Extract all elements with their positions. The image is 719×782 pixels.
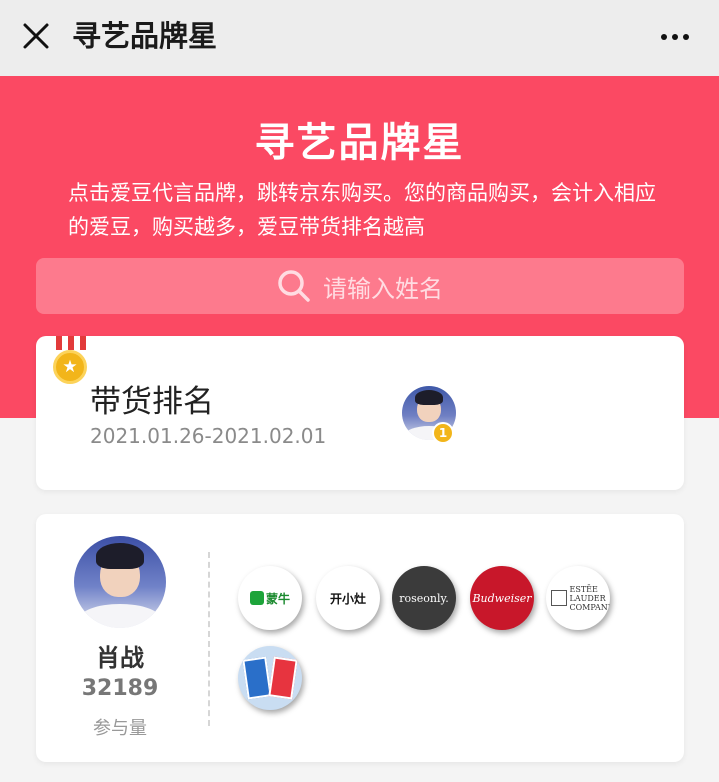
brand-label: Budweiser [472, 591, 532, 605]
app-title: 寻艺品牌星 [72, 19, 218, 53]
estee-lauder-logo-icon [550, 590, 567, 606]
ranking-dates: 2021.01.26-2021.02.01 [90, 424, 327, 448]
ranking-card[interactable]: ★ 带货排名 2021.01.26-2021.02.01 1 [36, 336, 684, 490]
mengniu-logo-icon [249, 591, 264, 605]
brand-label: roseonly. [399, 591, 449, 605]
idol-avatar[interactable] [74, 536, 166, 628]
brand-budweiser[interactable]: Budweiser [470, 566, 534, 630]
brand-label: 蒙牛 [265, 591, 290, 606]
ribbon-icon [56, 336, 86, 350]
brand-roseonly[interactable]: roseonly. [392, 566, 456, 630]
search-box[interactable]: 请输入姓名 [36, 258, 684, 314]
title-bar: 寻艺品牌星 [0, 0, 719, 76]
idol-card: 肖战 32189 参与量 蒙牛 开小灶 roseonly. Budweiser … [36, 514, 684, 762]
ranking-title: 带货排名 [90, 384, 214, 420]
rank-badge: 1 [432, 422, 454, 444]
search-icon [278, 270, 310, 302]
medal-icon: ★ [53, 350, 87, 384]
brand-milk-drink[interactable] [238, 646, 302, 710]
brand-label: ESTĒE LAUDER COMPANIES [569, 584, 611, 612]
brand-mengniu[interactable]: 蒙牛 [238, 566, 302, 630]
close-icon [23, 23, 49, 49]
more-dots-icon[interactable] [655, 22, 695, 52]
divider [208, 552, 210, 726]
hero-title: 寻艺品牌星 [254, 120, 465, 166]
idol-count: 32189 [81, 676, 159, 701]
brand-label: 开小灶 [329, 591, 366, 606]
idol-name: 肖战 [96, 644, 144, 672]
hero-description: 点击爱豆代言品牌，跳转京东购买。您的商品购买，会计入相应的爱豆，购买越多，爱豆带… [68, 181, 656, 239]
close-button[interactable] [16, 16, 56, 56]
milk-carton-icon [268, 656, 298, 700]
idol-count-label: 参与量 [93, 718, 147, 739]
milk-carton-icon [242, 656, 272, 700]
brand-kaixiaozao[interactable]: 开小灶 [316, 566, 380, 630]
search-input[interactable]: 请输入姓名 [323, 269, 443, 304]
brand-estee-lauder[interactable]: ESTĒE LAUDER COMPANIES [546, 566, 610, 630]
